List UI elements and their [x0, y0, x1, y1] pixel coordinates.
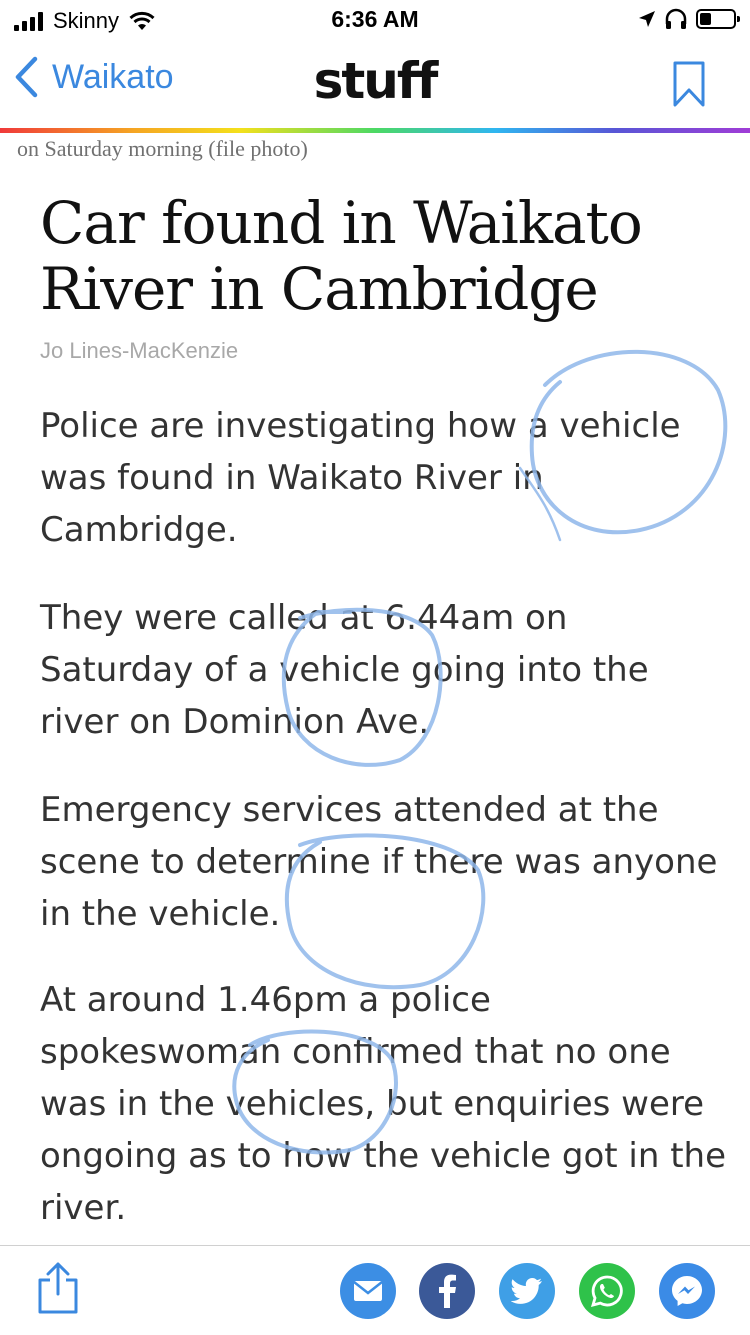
facebook-icon	[439, 1274, 456, 1308]
bookmark-icon	[673, 61, 705, 107]
location-arrow-icon	[639, 11, 655, 27]
article-paragraph: Police are investigating how a vehicle w…	[40, 406, 681, 550]
status-bar: Skinny 6:36 AM	[0, 0, 750, 40]
article-paragraph: Emergency services attended at the scene…	[40, 790, 718, 934]
battery-fill	[700, 13, 711, 25]
rainbow-divider	[0, 128, 750, 133]
brand-logo: stuff	[313, 52, 439, 110]
twitter-share-button[interactable]	[499, 1263, 555, 1319]
messenger-share-button[interactable]	[659, 1263, 715, 1319]
bookmark-button[interactable]	[672, 60, 706, 112]
share-bar	[0, 1245, 750, 1335]
battery-icon	[696, 9, 740, 29]
author-byline[interactable]: Jo Lines-MacKenzie	[40, 338, 238, 364]
image-caption: on Saturday morning (file photo)	[17, 136, 308, 161]
whatsapp-share-button[interactable]	[579, 1263, 635, 1319]
nav-bar: Waikato stuff	[0, 40, 750, 128]
share-button[interactable]	[36, 1260, 80, 1320]
headphones-icon	[665, 8, 687, 29]
article-paragraph: They were called at 6.44am on Saturday o…	[40, 598, 649, 742]
article-headline: Car found in Waikato River in Cambridge	[40, 189, 643, 323]
whatsapp-icon	[590, 1275, 623, 1307]
facebook-share-button[interactable]	[419, 1263, 475, 1319]
email-share-button[interactable]	[340, 1263, 396, 1319]
messenger-icon	[672, 1276, 702, 1306]
status-right	[638, 8, 740, 30]
twitter-icon	[511, 1278, 542, 1304]
article-paragraph: At around 1.46pm a police spokeswoman co…	[40, 980, 727, 1228]
email-icon	[353, 1281, 383, 1301]
share-icon	[38, 1262, 78, 1314]
